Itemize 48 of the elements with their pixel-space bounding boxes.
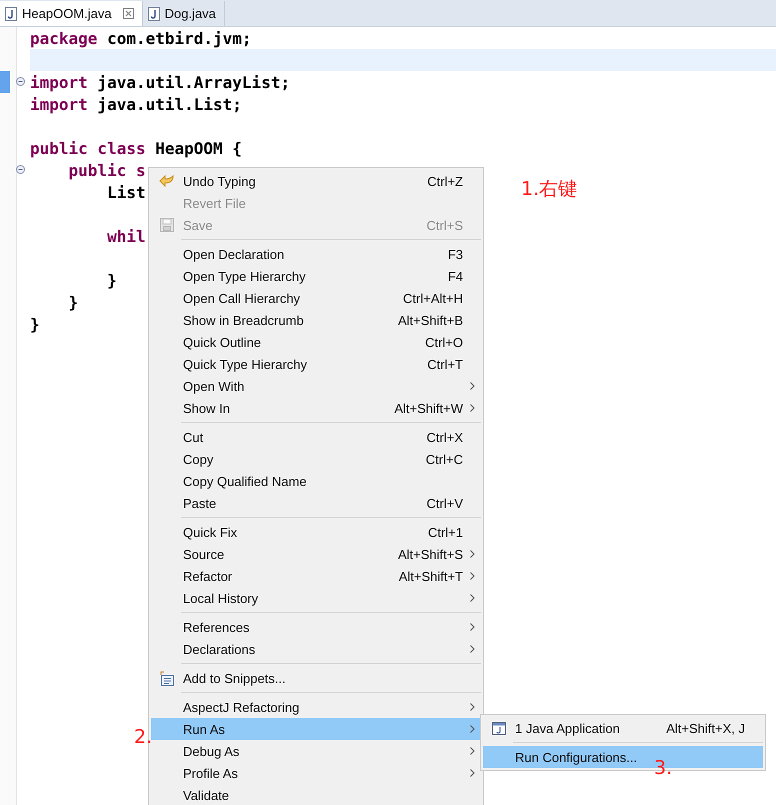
menu-item[interactable]: Open Declaration F3 <box>151 243 481 265</box>
menu-item[interactable]: Add to Snippets... <box>151 667 481 689</box>
annotation-label: 2. <box>134 726 152 748</box>
menu-item[interactable]: Show in Breadcrumb Alt+Shift+B <box>151 309 481 331</box>
menu-item[interactable]: Quick Outline Ctrl+O <box>151 331 481 353</box>
collapse-icon[interactable] <box>16 165 25 174</box>
java-file-icon <box>5 6 17 20</box>
code-line: whil <box>106 226 146 246</box>
menu-item[interactable]: Open With <box>151 375 481 397</box>
menu-item[interactable]: Declarations <box>151 638 481 660</box>
menu-item[interactable]: Copy Qualified Name <box>151 470 481 492</box>
menu-item[interactable]: Quick Fix Ctrl+1 <box>151 521 481 543</box>
menu-item[interactable]: Paste Ctrl+V <box>151 492 481 514</box>
menu-item[interactable]: Quick Type Hierarchy Ctrl+T <box>151 353 481 375</box>
application-window-icon <box>492 722 506 734</box>
menu-item[interactable]: Source Alt+Shift+S <box>151 543 481 565</box>
menu-item[interactable]: AspectJ Refactoring <box>151 696 481 718</box>
menu-item[interactable]: Debug As <box>151 740 481 762</box>
menu-item[interactable]: Show In Alt+Shift+W <box>151 397 481 419</box>
editor-tab[interactable]: HeapOOM.java <box>0 1 143 26</box>
menu-item[interactable]: Profile As <box>151 762 481 784</box>
menu-item[interactable]: Open Type Hierarchy F4 <box>151 265 481 287</box>
menu-item[interactable]: Open Call Hierarchy Ctrl+Alt+H <box>151 287 481 309</box>
menu-item[interactable]: Run As <box>151 718 481 740</box>
menu-item[interactable]: Validate <box>151 784 481 805</box>
annotation-label: 1.右键 <box>521 177 578 202</box>
close-icon[interactable] <box>122 8 134 19</box>
code-line: public s <box>68 160 146 180</box>
menu-item[interactable]: Copy Ctrl+C <box>151 448 481 470</box>
menu-item[interactable]: References <box>151 616 481 638</box>
code-line: package com.etbird.jvm; <box>30 28 252 48</box>
editor-tab[interactable]: Dog.java <box>142 1 225 26</box>
menu-item[interactable]: Local History <box>151 587 481 609</box>
undo-arrow-icon <box>159 174 175 188</box>
collapse-icon[interactable] <box>16 77 25 86</box>
menu-item[interactable]: Undo Typing Ctrl+Z <box>151 170 481 192</box>
code-line: public class HeapOOM { <box>30 138 242 158</box>
code-line: import java.util.ArrayList; <box>30 72 290 92</box>
code-line: } <box>106 270 117 290</box>
code-line: } <box>68 292 78 312</box>
code-line: } <box>30 314 40 334</box>
code-line: import java.util.List; <box>30 94 242 114</box>
java-file-icon <box>148 6 160 20</box>
menu-item[interactable]: Refactor Alt+Shift+T <box>151 565 481 587</box>
code-line: List <box>106 182 146 202</box>
menu-item[interactable]: Cut Ctrl+X <box>151 426 481 448</box>
menu-item[interactable]: 1 Java Application Alt+Shift+X, J <box>483 717 763 739</box>
snippet-icon <box>160 670 174 686</box>
